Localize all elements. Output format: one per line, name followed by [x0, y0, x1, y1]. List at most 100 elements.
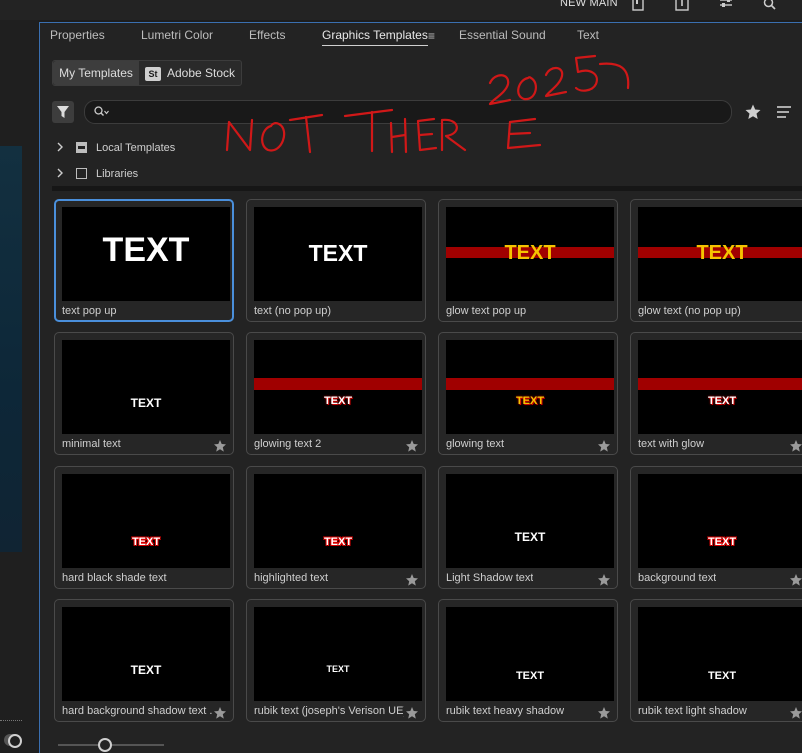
- template-card[interactable]: TEXT Light Shadow text: [438, 466, 618, 589]
- thumbnail-text: TEXT: [323, 536, 353, 548]
- template-name: highlighted text: [254, 572, 328, 584]
- template-card[interactable]: TEXT text with glow: [630, 332, 802, 455]
- template-card[interactable]: TEXT rubik text (joseph's Verison UE): [246, 599, 426, 722]
- export-icon[interactable]: [674, 0, 690, 12]
- adobe-stock-button[interactable]: St Adobe Stock: [145, 61, 235, 85]
- favorite-star-icon[interactable]: [789, 573, 802, 587]
- thumbnail-text: TEXT: [323, 395, 353, 407]
- thumbnail-text: TEXT: [707, 536, 737, 548]
- slider-handle[interactable]: [98, 738, 112, 752]
- thumbnail-text: TEXT: [504, 242, 556, 264]
- source-toggle: My Templates St Adobe Stock: [52, 60, 242, 86]
- program-monitor-edge: [0, 20, 38, 752]
- template-thumbnail: TEXT: [62, 607, 230, 701]
- template-card[interactable]: TEXT hard black shade text: [54, 466, 234, 589]
- template-name: rubik text light shadow: [638, 705, 747, 717]
- video-preview: [0, 146, 22, 552]
- template-thumbnail: TEXT: [446, 207, 614, 301]
- template-card[interactable]: TEXT glow text (no pop up): [630, 199, 802, 322]
- sliders-icon[interactable]: [718, 0, 734, 12]
- template-thumbnail: TEXT: [254, 207, 422, 301]
- local-templates-checkbox[interactable]: [76, 142, 87, 153]
- template-thumbnail: TEXT: [638, 607, 802, 701]
- thumbnail-text: TEXT: [130, 396, 162, 410]
- template-thumbnail: TEXT: [254, 340, 422, 434]
- tab-graphics-templates[interactable]: Graphics Templates: [322, 28, 428, 46]
- search-field[interactable]: [84, 100, 732, 124]
- tab-lumetri-color[interactable]: Lumetri Color: [141, 28, 213, 42]
- template-card[interactable]: TEXT minimal text: [54, 332, 234, 455]
- template-card[interactable]: TEXT glowing text 2: [246, 332, 426, 455]
- template-name: rubik text heavy shadow: [446, 705, 565, 717]
- template-name: minimal text: [62, 438, 121, 450]
- template-thumbnail: TEXT: [62, 340, 230, 434]
- favorite-star-icon[interactable]: [405, 573, 419, 587]
- thumbnail-text: TEXT: [326, 664, 350, 674]
- favorite-star-icon[interactable]: [213, 439, 227, 453]
- workspace-icon[interactable]: [630, 0, 646, 12]
- favorite-star-icon[interactable]: [405, 706, 419, 720]
- template-name: Light Shadow text: [446, 572, 534, 584]
- template-name: glowing text: [446, 438, 505, 450]
- workspace-name[interactable]: NEW MAIN: [560, 0, 618, 9]
- tab-effects[interactable]: Effects: [249, 28, 285, 42]
- template-thumbnail: TEXT: [62, 207, 230, 301]
- template-thumbnail: TEXT: [446, 340, 614, 434]
- tab-menu-icon[interactable]: ≡: [428, 29, 435, 43]
- thumbnail-text: TEXT: [308, 240, 368, 266]
- adobe-stock-label: Adobe Stock: [167, 66, 236, 80]
- chevron-right-icon[interactable]: [55, 167, 65, 179]
- template-name: hard background shadow text ...: [62, 705, 212, 717]
- search-icon: [94, 106, 109, 116]
- tab-properties[interactable]: Properties: [50, 28, 105, 42]
- favorite-star-icon[interactable]: [789, 706, 802, 720]
- template-card[interactable]: TEXT text pop up: [54, 199, 234, 322]
- essential-graphics-panel: Properties Lumetri Color Effects Graphic…: [39, 22, 802, 753]
- thumbnail-text: TEXT: [131, 536, 161, 548]
- template-card[interactable]: TEXT glow text pop up: [438, 199, 618, 322]
- template-card[interactable]: TEXT rubik text light shadow: [630, 599, 802, 722]
- timeline-ticks: [0, 714, 22, 721]
- tree-libraries[interactable]: Libraries: [52, 163, 792, 185]
- favorites-star-icon[interactable]: [744, 103, 762, 121]
- toggle-switch[interactable]: [4, 734, 22, 748]
- template-card[interactable]: TEXT rubik text heavy shadow: [438, 599, 618, 722]
- filter-button[interactable]: [52, 101, 74, 123]
- tree-local-templates[interactable]: Local Templates: [52, 137, 792, 159]
- favorite-star-icon[interactable]: [213, 706, 227, 720]
- panel-tabs: Properties Lumetri Color Effects Graphic…: [40, 23, 802, 51]
- template-thumbnail: TEXT: [254, 474, 422, 568]
- favorite-star-icon[interactable]: [789, 439, 802, 453]
- tab-text[interactable]: Text: [577, 28, 599, 42]
- template-name: text (no pop up): [254, 305, 332, 317]
- template-name: text pop up: [62, 305, 117, 317]
- search-icon[interactable]: [762, 0, 778, 12]
- libraries-checkbox[interactable]: [76, 168, 87, 179]
- thumbnail-size-slider[interactable]: [58, 738, 164, 752]
- template-card[interactable]: TEXT highlighted text: [246, 466, 426, 589]
- favorite-star-icon[interactable]: [597, 573, 611, 587]
- template-thumbnail: TEXT: [446, 474, 614, 568]
- favorite-star-icon[interactable]: [597, 706, 611, 720]
- adobe-stock-icon: St: [145, 66, 161, 81]
- my-templates-button[interactable]: My Templates: [53, 61, 139, 85]
- thumbnail-text: TEXT: [130, 663, 162, 677]
- template-card[interactable]: TEXT text (no pop up): [246, 199, 426, 322]
- list-view-icon[interactable]: [776, 105, 792, 119]
- template-thumbnail: TEXT: [254, 607, 422, 701]
- search-input[interactable]: [113, 103, 717, 121]
- divider: [52, 186, 802, 191]
- chevron-right-icon[interactable]: [55, 141, 65, 153]
- thumbnail-text: TEXT: [515, 395, 545, 407]
- template-card[interactable]: TEXT background text: [630, 466, 802, 589]
- template-card[interactable]: TEXT glowing text: [438, 332, 618, 455]
- thumbnail-text: TEXT: [696, 242, 748, 264]
- template-thumbnail: TEXT: [638, 340, 802, 434]
- favorite-star-icon[interactable]: [405, 439, 419, 453]
- red-band: [446, 378, 614, 390]
- template-name: glow text pop up: [446, 305, 527, 317]
- template-card[interactable]: TEXT hard background shadow text ...: [54, 599, 234, 722]
- favorite-star-icon[interactable]: [597, 439, 611, 453]
- tab-essential-sound[interactable]: Essential Sound: [459, 28, 546, 42]
- template-name: background text: [638, 572, 717, 584]
